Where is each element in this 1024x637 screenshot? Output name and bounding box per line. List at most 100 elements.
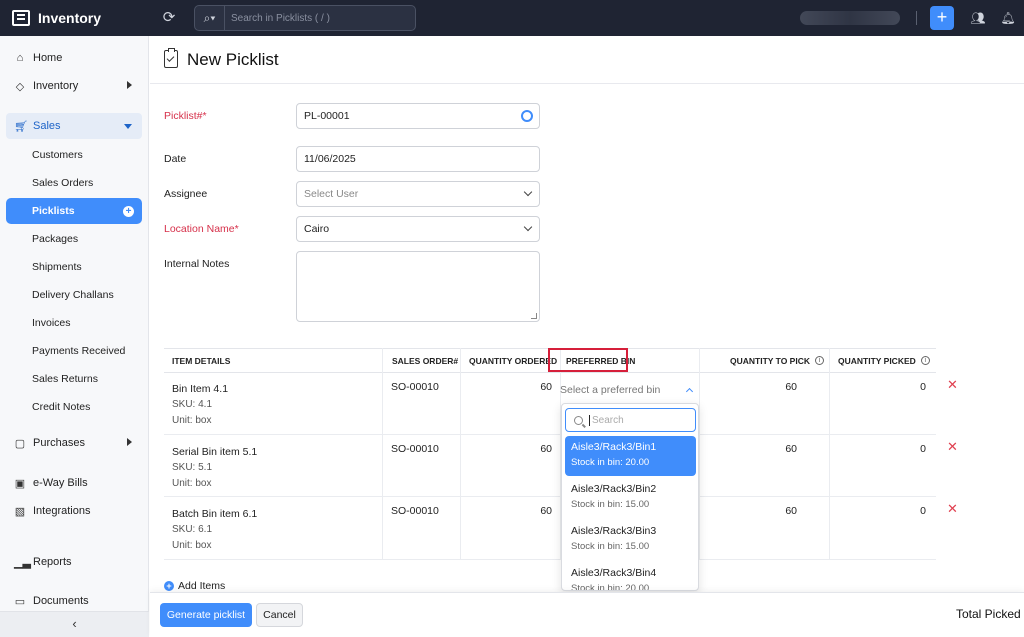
sales-order-number[interactable]: SO-00010 (391, 443, 439, 455)
date-field[interactable]: 11/06/2025 (296, 146, 540, 172)
column-divider (382, 348, 383, 560)
sidebar-item-customers[interactable]: Customers (6, 142, 142, 168)
bell-icon[interactable]: 🔔︎ (1000, 10, 1016, 26)
bin-search-field[interactable] (565, 408, 696, 432)
bin-option-stock: Stock in bin: 15.00 (571, 541, 650, 552)
col-sales-order: SALES ORDER# (392, 349, 459, 372)
sidebar-item-label: Purchases (33, 437, 85, 449)
sidebar-item-sales-returns[interactable]: Sales Returns (6, 366, 142, 392)
item-sku: SKU: 6.1 (172, 524, 213, 535)
col-qty-to-pick-label: QUANTITY TO PICK (730, 355, 810, 366)
inventory-logo-icon (12, 10, 30, 26)
sidebar-item-packages[interactable]: Packages (6, 226, 142, 252)
global-search[interactable]: ⌕▾ Search in Picklists ( / ) (194, 5, 416, 31)
recent-history-icon[interactable]: ⟳ (160, 9, 178, 27)
sidebar-item-purchases[interactable]: ▢ Purchases (6, 430, 142, 456)
main-content: New Picklist Picklist#* PL-00001 Date 11… (150, 36, 1024, 637)
qty-to-pick-input[interactable]: 60 (769, 505, 797, 517)
sidebar-item-label: Packages (32, 233, 79, 245)
item-name: Serial Bin item 5.1 (172, 446, 258, 458)
chevron-down-icon (124, 124, 132, 129)
sidebar-item-credit-notes[interactable]: Credit Notes (6, 394, 142, 420)
search-icon[interactable]: ⌕▾ (195, 6, 225, 30)
resize-handle[interactable] (531, 313, 537, 319)
cancel-button[interactable]: Cancel (256, 603, 303, 627)
total-picked-label: Total Picked (956, 607, 1021, 621)
col-qty-picked: QUANTITY PICKED i (838, 349, 930, 372)
delete-row-icon[interactable]: ✕ (947, 502, 958, 515)
location-select[interactable]: Cairo (296, 216, 540, 242)
plus-circle-icon: + (164, 581, 174, 591)
item-sku: SKU: 5.1 (172, 462, 213, 473)
info-icon[interactable]: i (814, 356, 824, 365)
sidebar-item-invoices[interactable]: Invoices (6, 310, 142, 336)
sidebar-item-eway-bills[interactable]: ▣ e-Way Bills (6, 470, 142, 496)
sidebar-item-sales[interactable]: 🛒︎ Sales (6, 113, 142, 139)
bin-option-name: Aisle3/Rack3/Bin4 (571, 567, 657, 579)
add-items-label: Add Items (178, 580, 226, 592)
qty-picked-input[interactable]: 0 (898, 381, 926, 393)
bin-option[interactable]: Aisle3/Rack3/Bin1 Stock in bin: 20.00 (565, 436, 696, 476)
item-unit: Unit: box (172, 478, 212, 489)
sidebar-item-picklists[interactable]: Picklists + (6, 198, 142, 224)
search-input[interactable]: Search in Picklists ( / ) (225, 13, 330, 24)
generate-picklist-button[interactable]: Generate picklist (160, 603, 252, 627)
sales-order-number[interactable]: SO-00010 (391, 505, 439, 517)
assignee-select[interactable]: Select User (296, 181, 540, 207)
topbar-divider (916, 11, 917, 25)
sidebar-item-label: Delivery Challans (32, 289, 114, 301)
col-item-details: ITEM DETAILS (172, 349, 231, 372)
delete-row-icon[interactable]: ✕ (947, 378, 958, 391)
qty-to-pick-input[interactable]: 60 (769, 381, 797, 393)
folder-icon: ▭ (14, 595, 26, 608)
settings-gear-icon[interactable] (521, 110, 533, 122)
app-brand[interactable]: Inventory (0, 0, 150, 36)
sidebar-item-integrations[interactable]: ▧ Integrations (6, 498, 142, 524)
sidebar-item-payments-received[interactable]: Payments Received (6, 338, 142, 364)
col-qty-picked-label: QUANTITY PICKED (838, 355, 916, 366)
qty-to-pick-input[interactable]: 60 (769, 443, 797, 455)
info-icon[interactable]: i (920, 356, 930, 365)
qty-picked-input[interactable]: 0 (898, 443, 926, 455)
bin-option[interactable]: Aisle3/Rack3/Bin3 Stock in bin: 15.00 (565, 520, 696, 560)
preferred-bin-select[interactable]: Select a preferred bin (560, 384, 698, 400)
sidebar-item-reports[interactable]: ▁▃ Reports (6, 549, 142, 575)
internal-notes-field[interactable] (296, 251, 540, 322)
qty-ordered-value: 60 (540, 443, 552, 455)
col-qty-to-pick: QUANTITY TO PICK i (730, 349, 824, 372)
item-sku: SKU: 4.1 (172, 399, 213, 410)
sidebar-item-shipments[interactable]: Shipments (6, 254, 142, 280)
chevron-right-icon (127, 438, 132, 446)
bin-option-stock: Stock in bin: 15.00 (571, 499, 650, 510)
tag-icon: ◇ (15, 80, 25, 93)
users-icon[interactable]: 👥︎ (970, 10, 986, 26)
delete-row-icon[interactable]: ✕ (947, 440, 958, 453)
bin-option-name: Aisle3/Rack3/Bin1 (571, 441, 657, 453)
sidebar-item-delivery-challans[interactable]: Delivery Challans (6, 282, 142, 308)
column-divider (699, 348, 700, 560)
sidebar-item-label: Invoices (32, 317, 71, 329)
sidebar-item-label: Credit Notes (32, 401, 91, 413)
sidebar-item-sales-orders[interactable]: Sales Orders (6, 170, 142, 196)
clipboard-check-icon (164, 48, 178, 68)
sidebar-item-inventory[interactable]: ◇ Inventory (6, 73, 142, 99)
column-divider (829, 348, 830, 560)
collapse-sidebar-button[interactable]: ‹ (0, 611, 149, 637)
bin-option-stock: Stock in bin: 20.00 (571, 583, 650, 591)
sidebar-item-label: Home (33, 52, 63, 64)
sidebar-item-home[interactable]: ⌂ Home (6, 45, 142, 71)
sidebar-item-label: Integrations (33, 505, 91, 517)
quick-create-button[interactable]: + (930, 6, 954, 30)
bin-search-input[interactable] (592, 414, 682, 426)
add-picklist-icon[interactable]: + (123, 206, 134, 217)
picklist-number-field[interactable]: PL-00001 (296, 103, 540, 129)
bar-chart-icon: ▁▃ (14, 556, 31, 569)
add-items-button[interactable]: + Add Items (164, 580, 225, 592)
qty-picked-input[interactable]: 0 (898, 505, 926, 517)
item-name: Batch Bin item 6.1 (172, 508, 258, 520)
bin-option[interactable]: Aisle3/Rack3/Bin2 Stock in bin: 15.00 (565, 478, 696, 518)
sales-order-number[interactable]: SO-00010 (391, 381, 439, 393)
col-qty-ordered: QUANTITY ORDERED (469, 349, 558, 372)
sidebar-item-label: Customers (32, 149, 83, 161)
bin-option[interactable]: Aisle3/Rack3/Bin4 Stock in bin: 20.00 (565, 562, 696, 591)
